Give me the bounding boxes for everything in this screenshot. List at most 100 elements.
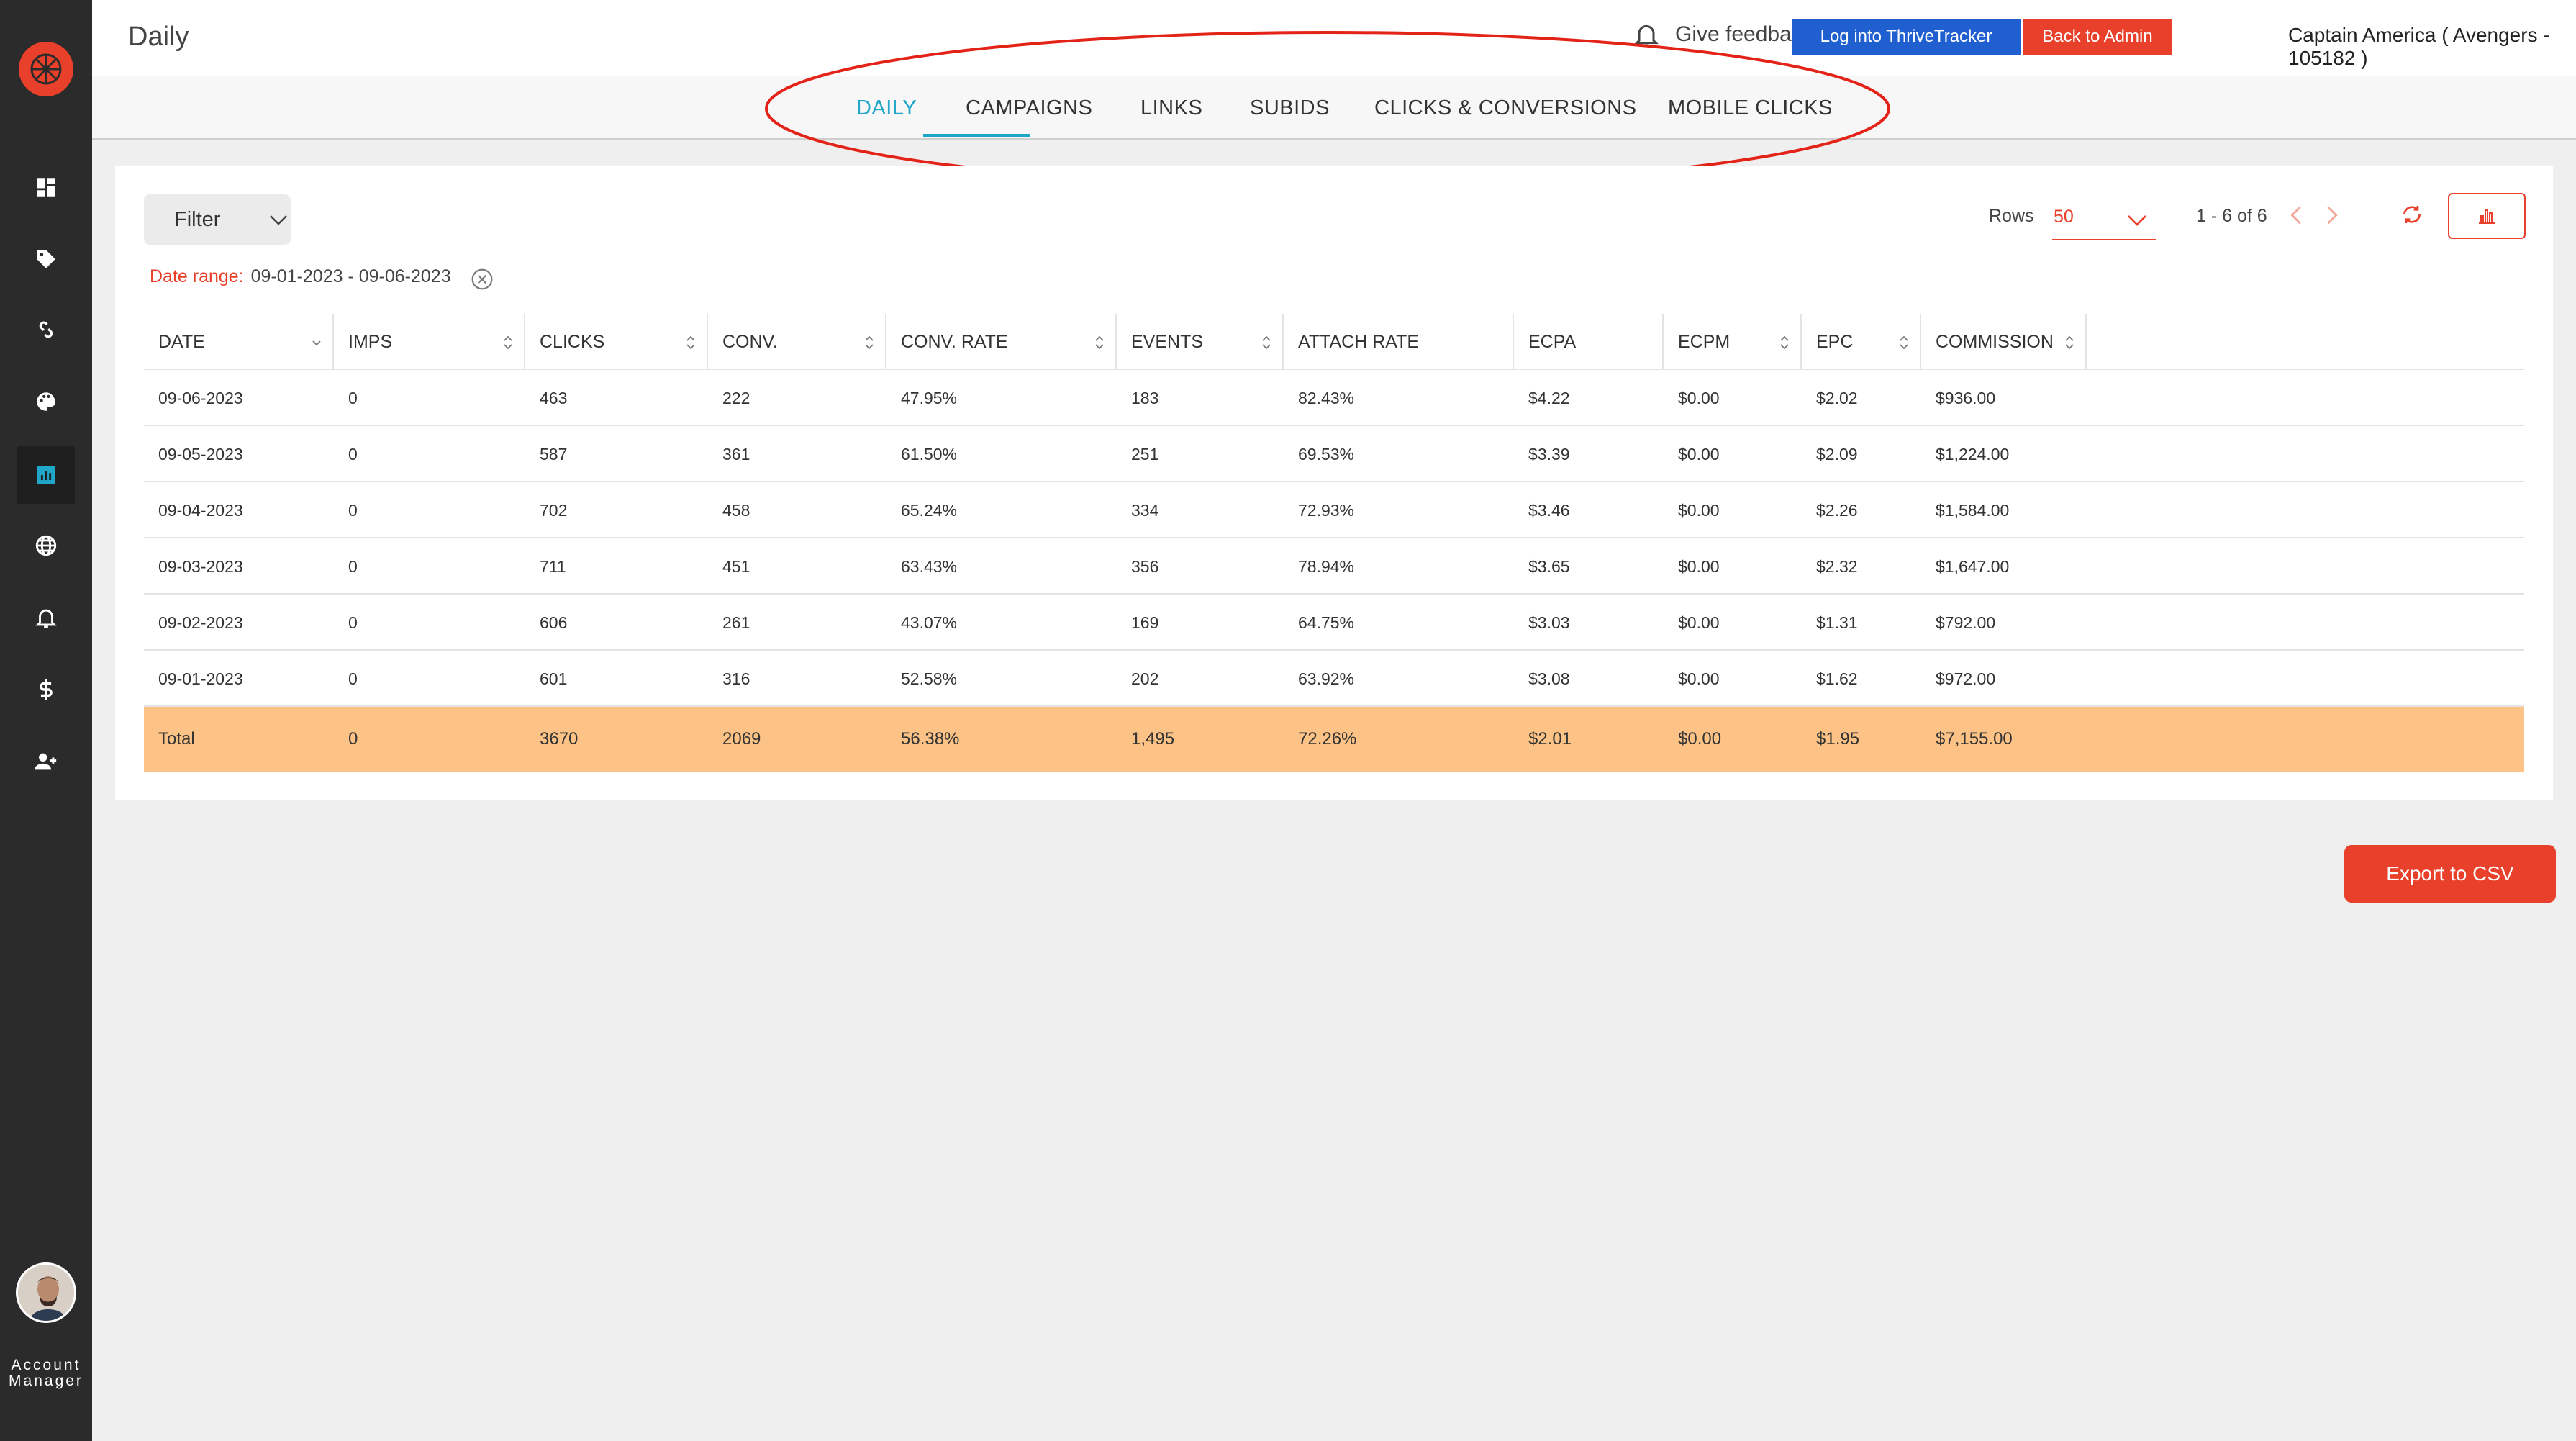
filter-button[interactable]: Filter xyxy=(144,194,291,245)
sort-icon xyxy=(686,335,695,350)
cell-imps: 0 xyxy=(348,556,358,576)
previous-page-icon[interactable] xyxy=(2290,205,2303,225)
cell-ecpm: $0.00 xyxy=(1678,556,1720,576)
column-header-ecpa[interactable]: ECPA xyxy=(1514,314,1664,370)
cell-events: 356 xyxy=(1131,556,1159,576)
table-row: 09-05-2023 0 587 361 61.50% 251 69.53% $3.39 $0.… xyxy=(144,426,2524,482)
notification-bell-icon[interactable] xyxy=(1632,20,1661,49)
cell-attach-rate: 72.93% xyxy=(1298,500,1355,520)
link-icon[interactable] xyxy=(17,301,75,358)
rows-per-page-select[interactable]: 50 xyxy=(2052,194,2156,240)
report-tabs: DAILY CAMPAIGNS LINKS SUBIDS CLICKS & CO… xyxy=(92,76,2576,140)
column-header-clicks[interactable]: CLICKS xyxy=(525,314,708,370)
table-row: 09-03-2023 0 711 451 63.43% 356 78.94% $3.65 $0.… xyxy=(144,538,2524,595)
cell-commission: $792.00 xyxy=(1936,613,1996,632)
cell-imps: 0 xyxy=(348,388,358,407)
cell-date: 09-01-2023 xyxy=(158,669,243,688)
column-header-epc[interactable]: EPC xyxy=(1802,314,1921,370)
cell-ecpm: $0.00 xyxy=(1678,729,1722,749)
cell-imps: 0 xyxy=(348,669,358,688)
table-header: DATE IMPS CLICKS CONV. CONV. RATE EVENTS… xyxy=(144,314,2524,370)
cell-clicks: 702 xyxy=(540,500,568,520)
cell-commission: $972.00 xyxy=(1936,669,1996,688)
tab-clicks-conversions[interactable]: CLICKS & CONVERSIONS xyxy=(1374,96,1637,120)
cell-events: 169 xyxy=(1131,613,1159,632)
table-row: 09-06-2023 0 463 222 47.95% 183 82.43% $4.22 $0.… xyxy=(144,370,2524,426)
tab-campaigns[interactable]: CAMPAIGNS xyxy=(966,96,1092,120)
column-header-imps[interactable]: IMPS xyxy=(334,314,525,370)
log-into-thrivetracker-button[interactable]: Log into ThriveTracker xyxy=(1792,19,2021,55)
globe-icon[interactable] xyxy=(17,517,75,574)
reports-icon[interactable] xyxy=(17,446,75,504)
column-label: COMMISSION xyxy=(1936,331,2054,352)
cell-attach-rate: 82.43% xyxy=(1298,388,1355,407)
column-header-date[interactable]: DATE xyxy=(144,314,334,370)
cell-conv: 222 xyxy=(722,388,750,407)
cell-conv-rate: 52.58% xyxy=(901,669,958,688)
cell-clicks: 711 xyxy=(540,556,566,576)
cell-events: 1,495 xyxy=(1131,729,1175,749)
cell-conv-rate: 56.38% xyxy=(901,729,960,749)
add-user-icon[interactable] xyxy=(17,733,75,790)
cell-ecpa: $2.01 xyxy=(1528,729,1572,749)
column-label: DATE xyxy=(158,331,205,352)
table-row: 09-04-2023 0 702 458 65.24% 334 72.93% $3.46 $0.… xyxy=(144,482,2524,538)
cell-commission: $7,155.00 xyxy=(1936,729,2013,749)
page-title: Daily xyxy=(128,22,189,52)
column-label: CONV. xyxy=(722,331,778,352)
cell-commission: $936.00 xyxy=(1936,388,1996,407)
palette-icon[interactable] xyxy=(17,373,75,430)
cell-commission: $1,224.00 xyxy=(1936,444,2010,464)
date-range: Date range: 09-01-2023 - 09-06-2023 xyxy=(150,266,451,287)
tab-daily[interactable]: DAILY xyxy=(856,96,917,120)
tab-subids[interactable]: SUBIDS xyxy=(1250,96,1330,120)
column-header-ecpm[interactable]: ECPM xyxy=(1664,314,1802,370)
cell-attach-rate: 78.94% xyxy=(1298,556,1355,576)
column-label: IMPS xyxy=(348,331,393,352)
next-page-icon[interactable] xyxy=(2326,205,2339,225)
tab-mobile-clicks[interactable]: MOBILE CLICKS xyxy=(1668,96,1833,120)
cell-epc: $2.09 xyxy=(1816,444,1858,464)
brand-logo[interactable] xyxy=(19,42,73,96)
chart-view-button[interactable] xyxy=(2448,193,2526,239)
column-label: ATTACH RATE xyxy=(1298,331,1420,352)
tag-icon[interactable] xyxy=(17,230,75,288)
clear-date-range-icon[interactable] xyxy=(471,268,494,291)
avatar[interactable] xyxy=(16,1262,76,1323)
export-to-csv-button[interactable]: Export to CSV xyxy=(2344,845,2556,903)
cell-date: 09-06-2023 xyxy=(158,388,243,407)
table-row: 09-02-2023 0 606 261 43.07% 169 64.75% $3.03 $0.… xyxy=(144,595,2524,651)
cell-epc: $2.26 xyxy=(1816,500,1858,520)
cell-ecpa: $3.65 xyxy=(1528,556,1570,576)
column-header-commission[interactable]: COMMISSION xyxy=(1921,314,2087,370)
column-label: ECPA xyxy=(1528,331,1577,352)
rows-value: 50 xyxy=(2054,206,2074,227)
cell-conv: 2069 xyxy=(722,729,761,749)
account-manager-label: Account Manager xyxy=(0,1358,92,1389)
column-header-attach-rate[interactable]: ATTACH RATE xyxy=(1284,314,1514,370)
active-tab-indicator xyxy=(923,134,1030,137)
user-account-name[interactable]: Captain America ( Avengers - 105182 ) xyxy=(2288,24,2576,70)
back-to-admin-button[interactable]: Back to Admin xyxy=(2023,19,2172,55)
column-header-events[interactable]: EVENTS xyxy=(1117,314,1284,370)
cell-events: 202 xyxy=(1131,669,1159,688)
column-header-conv[interactable]: CONV. xyxy=(708,314,886,370)
tab-links[interactable]: LINKS xyxy=(1140,96,1202,120)
refresh-icon[interactable] xyxy=(2400,203,2423,226)
column-header-conv-rate[interactable]: CONV. RATE xyxy=(886,314,1117,370)
cell-epc: $1.31 xyxy=(1816,613,1858,632)
date-range-label: Date range: xyxy=(150,266,244,286)
bell-icon[interactable] xyxy=(17,589,75,646)
cell-epc: $2.32 xyxy=(1816,556,1858,576)
cell-epc: $1.95 xyxy=(1816,729,1860,749)
dashboard-icon[interactable] xyxy=(17,158,75,216)
sort-desc-icon xyxy=(312,340,321,346)
sort-icon xyxy=(1262,335,1271,350)
cell-imps: 0 xyxy=(348,613,358,632)
cell-commission: $1,584.00 xyxy=(1936,500,2010,520)
cell-ecpm: $0.00 xyxy=(1678,500,1720,520)
chevron-down-icon xyxy=(270,215,287,225)
table-row: 09-01-2023 0 601 316 52.58% 202 63.92% $3.08 $0.… xyxy=(144,651,2524,707)
daily-report-table: DATE IMPS CLICKS CONV. CONV. RATE EVENTS… xyxy=(144,314,2524,772)
dollar-icon[interactable] xyxy=(17,661,75,718)
